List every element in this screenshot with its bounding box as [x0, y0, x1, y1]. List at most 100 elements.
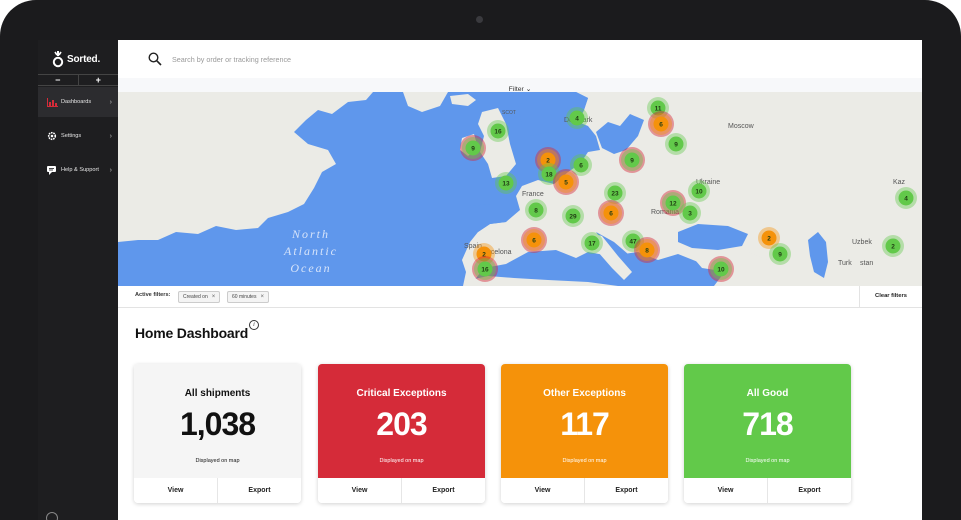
- map-cluster-count: 29: [569, 213, 577, 220]
- shipment-map[interactable]: NorthAtlanticOceanSCOTDenmarkMoscowFranc…: [118, 92, 922, 286]
- view-button[interactable]: View: [684, 478, 767, 503]
- search-icon[interactable]: [148, 52, 162, 66]
- map-cluster-count: 12: [669, 200, 677, 207]
- card-subtitle: Displayed on map: [745, 458, 790, 464]
- map-cluster-marker[interactable]: 17: [581, 232, 603, 254]
- map-cluster-count: 2: [767, 235, 771, 242]
- map-place-label: France: [522, 191, 544, 198]
- info-icon[interactable]: i: [249, 320, 259, 330]
- map-cluster-count: 6: [609, 210, 613, 217]
- map-cluster-count: 10: [717, 266, 725, 273]
- map-place-label: stan: [860, 260, 873, 267]
- card-body[interactable]: All Good 718 Displayed on map: [684, 364, 851, 478]
- card-body[interactable]: Other Exceptions 117 Displayed on map: [501, 364, 668, 478]
- export-button[interactable]: Export: [584, 478, 668, 503]
- chat-icon: [46, 164, 58, 176]
- card-actions: View Export: [501, 478, 668, 503]
- filter-bar: Filter ⌄: [118, 78, 922, 93]
- map-cluster-count: 2: [891, 243, 895, 250]
- map-cluster-count: 16: [481, 266, 489, 273]
- card-other-exceptions: Other Exceptions 117 Displayed on map Vi…: [501, 364, 668, 503]
- view-button[interactable]: View: [134, 478, 217, 503]
- sidebar-item-settings[interactable]: Settings ›: [38, 121, 118, 151]
- map-cluster-marker[interactable]: 10: [708, 256, 734, 282]
- filter-chip-created-on[interactable]: Created on ×: [178, 291, 221, 303]
- sidebar-item-help-support[interactable]: Help & Support ›: [38, 155, 118, 185]
- export-button[interactable]: Export: [217, 478, 301, 503]
- filter-chip-60-minutes[interactable]: 60 minutes ×: [227, 291, 269, 303]
- chevron-right-icon: ›: [109, 166, 112, 174]
- map-cluster-marker[interactable]: 8: [634, 237, 660, 263]
- map-cluster-marker[interactable]: 13: [495, 172, 517, 194]
- map-cluster-marker[interactable]: 2: [882, 235, 904, 257]
- view-button[interactable]: View: [501, 478, 584, 503]
- clear-filters-button[interactable]: Clear filters: [859, 286, 922, 307]
- map-cluster-marker[interactable]: 6: [598, 200, 624, 226]
- card-count: 1,038: [179, 406, 256, 442]
- map-cluster-marker[interactable]: 5: [553, 169, 579, 195]
- map-ocean-label: Atlantic: [283, 244, 338, 258]
- map-cluster-count: 8: [534, 207, 538, 214]
- map-cluster-marker[interactable]: 9: [769, 243, 791, 265]
- map-cluster-marker[interactable]: 9: [619, 147, 645, 173]
- map-place-label: Turk: [838, 260, 852, 267]
- card-body[interactable]: Critical Exceptions 203 Displayed on map: [318, 364, 485, 478]
- map-cluster-count: 13: [502, 180, 510, 187]
- map-cluster-marker[interactable]: 6: [521, 227, 547, 253]
- map-cluster-marker[interactable]: 16: [487, 120, 509, 142]
- map-cluster-marker[interactable]: 8: [525, 199, 547, 221]
- map-cluster-marker[interactable]: 10: [688, 180, 710, 202]
- view-button[interactable]: View: [318, 478, 401, 503]
- map-cluster-marker[interactable]: 3: [679, 202, 701, 224]
- export-button[interactable]: Export: [767, 478, 851, 503]
- card-subtitle: Displayed on map: [195, 458, 240, 464]
- sidebar-item-dashboards[interactable]: Dashboards ›: [38, 87, 118, 117]
- search-input[interactable]: [172, 51, 672, 67]
- map-cluster-count: 6: [659, 121, 663, 128]
- sidebar: Sorted. − + Dashboards › Settings › Help…: [38, 40, 118, 520]
- card-count: 203: [376, 406, 427, 442]
- map-cluster-marker[interactable]: 4: [895, 187, 917, 209]
- card-body[interactable]: All shipments 1,038 Displayed on map: [134, 364, 301, 478]
- zoom-out-button[interactable]: −: [38, 75, 78, 85]
- zoom-in-button[interactable]: +: [77, 75, 119, 85]
- gear-icon: [46, 130, 58, 142]
- map-place-label: SCOT: [502, 110, 516, 116]
- app-screen: Sorted. − + Dashboards › Settings › Help…: [38, 40, 922, 520]
- card-title: Other Exceptions: [543, 388, 626, 399]
- sidebar-item-label: Dashboards: [61, 99, 92, 105]
- camera-dot: [476, 16, 483, 23]
- sidebar-item-label: Settings: [61, 133, 82, 139]
- sorted-logo-icon: [52, 51, 64, 68]
- map-cluster-marker[interactable]: 16: [472, 256, 498, 282]
- map-cluster-count: 8: [645, 247, 649, 254]
- card-title: All shipments: [184, 388, 251, 399]
- close-icon[interactable]: ×: [260, 294, 264, 300]
- map-cluster-count: 3: [688, 210, 692, 217]
- card-subtitle: Displayed on map: [379, 458, 424, 464]
- close-icon[interactable]: ×: [212, 294, 216, 300]
- card-subtitle: Displayed on map: [562, 458, 607, 464]
- map-cluster-count: 9: [630, 157, 634, 164]
- map-cluster-count: 6: [532, 237, 536, 244]
- sidebar-item-label: Help & Support: [61, 167, 99, 173]
- map-cluster-count: 5: [564, 179, 568, 186]
- brand-logo[interactable]: Sorted.: [52, 48, 100, 70]
- map-cluster-marker[interactable]: 6: [648, 111, 674, 137]
- map-place-label: Moscow: [728, 123, 755, 130]
- card-title: All Good: [746, 388, 789, 399]
- map-cluster-count: 9: [674, 141, 678, 148]
- map-cluster-marker[interactable]: 9: [460, 135, 486, 161]
- map-cluster-marker[interactable]: 29: [562, 205, 584, 227]
- active-filters-bar: Active filters: Created on × 60 minutes …: [118, 286, 922, 308]
- map-cluster-count: 10: [695, 188, 703, 195]
- map-cluster-marker[interactable]: 9: [665, 133, 687, 155]
- bar-chart-icon: [46, 96, 58, 108]
- card-count: 718: [742, 406, 793, 442]
- export-button[interactable]: Export: [401, 478, 485, 503]
- map-cluster-marker[interactable]: 4: [566, 107, 588, 129]
- card-count: 117: [560, 406, 610, 442]
- chevron-right-icon: ›: [109, 98, 112, 106]
- map-cluster-count: 4: [904, 195, 908, 202]
- user-icon[interactable]: [46, 512, 58, 520]
